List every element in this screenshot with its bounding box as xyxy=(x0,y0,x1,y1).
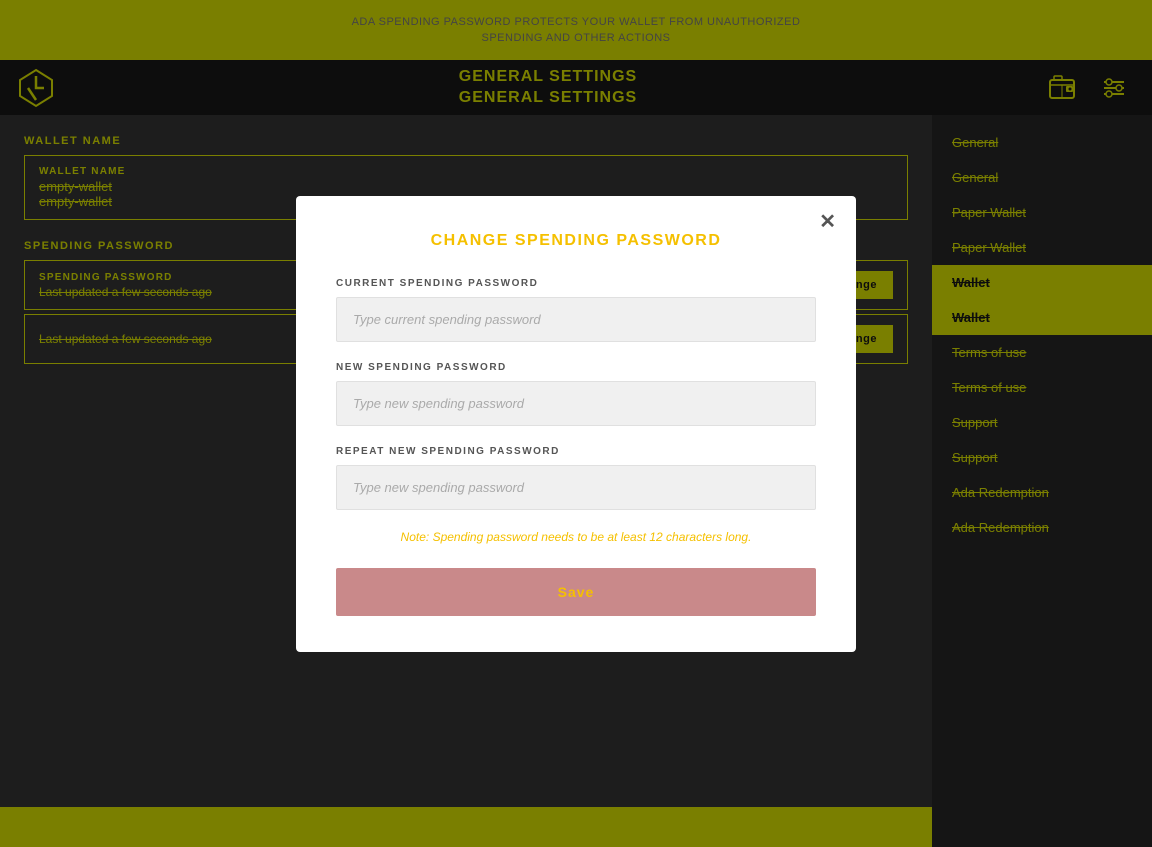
modal-close-button[interactable]: ✕ xyxy=(819,212,836,232)
modal-save-button[interactable]: Save xyxy=(336,568,816,616)
new-password-input[interactable] xyxy=(336,381,816,426)
repeat-password-input[interactable] xyxy=(336,465,816,510)
new-password-label: NEW SPENDING PASSWORD xyxy=(336,362,816,373)
current-password-input[interactable] xyxy=(336,297,816,342)
current-password-label: CURRENT SPENDING PASSWORD xyxy=(336,278,816,289)
change-password-modal: ✕ CHANGE SPENDING PASSWORD CURRENT SPEND… xyxy=(296,196,856,652)
modal-note: Note: Spending password needs to be at l… xyxy=(336,530,816,544)
modal-title: CHANGE SPENDING PASSWORD xyxy=(336,232,816,250)
repeat-password-label: REPEAT NEW SPENDING PASSWORD xyxy=(336,446,816,457)
modal-overlay: ✕ CHANGE SPENDING PASSWORD CURRENT SPEND… xyxy=(0,0,1152,847)
